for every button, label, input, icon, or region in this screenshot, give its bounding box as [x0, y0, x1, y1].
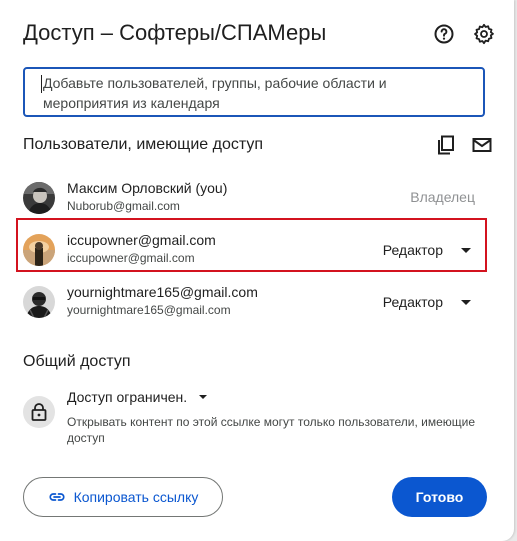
people-section-title: Пользователи, имеющие доступ — [23, 136, 264, 153]
general-access-description: Открывать контент по этой ссылке могут т… — [67, 415, 476, 445]
link-icon — [49, 493, 65, 501]
role-label: Редактор — [382, 294, 443, 310]
add-people-field[interactable] — [23, 67, 485, 117]
dropdown-arrow-icon — [461, 299, 471, 305]
text-caret — [41, 75, 42, 93]
role-label: Владелец — [410, 189, 475, 205]
help-circle-icon[interactable] — [432, 22, 456, 46]
add-people-input[interactable] — [25, 69, 483, 115]
person-email: Nuborub@gmail.com — [67, 199, 180, 213]
lock-icon — [23, 396, 55, 428]
dropdown-arrow-icon — [199, 395, 208, 399]
avatar — [23, 182, 55, 214]
mail-icon[interactable] — [470, 133, 494, 157]
role-dropdown[interactable]: Редактор — [383, 291, 471, 313]
highlight-box — [16, 218, 487, 272]
person-name: Максим Орловский (you) — [67, 180, 228, 196]
copy-link-label: Копировать ссылку — [73, 489, 199, 505]
dialog-title: Доступ – Софтеры/СПАМеры — [23, 20, 327, 45]
general-access-title: Общий доступ — [23, 353, 131, 370]
person-row-editor: yournightmare165@gmail.com yournightmare… — [23, 284, 493, 324]
copy-icon[interactable] — [434, 133, 458, 157]
copy-link-button[interactable]: Копировать ссылку — [23, 477, 223, 517]
share-dialog: Доступ – Софтеры/СПАМеры Пользователи, и… — [0, 0, 514, 541]
person-email: yournightmare165@gmail.com — [67, 303, 231, 317]
general-access-option: Доступ ограничен. — [67, 389, 188, 405]
person-name: yournightmare165@gmail.com — [67, 284, 258, 300]
gear-icon[interactable] — [472, 22, 496, 46]
avatar — [23, 286, 55, 318]
done-button[interactable]: Готово — [392, 477, 487, 517]
person-row-owner: Максим Орловский (you) Nuborub@gmail.com… — [23, 180, 493, 220]
general-access-dropdown[interactable]: Доступ ограничен. — [67, 389, 208, 405]
